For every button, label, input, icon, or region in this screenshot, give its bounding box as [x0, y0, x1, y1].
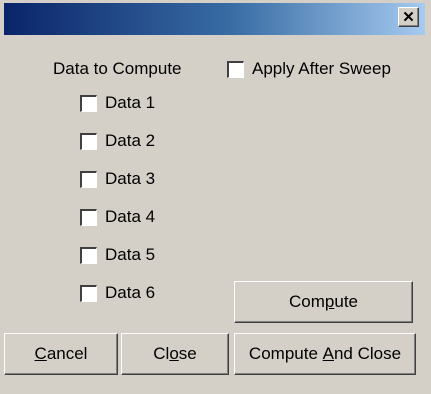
data-5-checkbox[interactable]	[80, 246, 97, 264]
compute-button-mnemonic: p	[324, 292, 335, 311]
apply-after-sweep-checkbox[interactable]	[227, 60, 244, 78]
data-2-label: Data 2	[105, 131, 156, 150]
compute-button-label-pre: Com	[288, 292, 325, 311]
data-3-label: Data 3	[105, 169, 156, 188]
cancel-button-label-post: ancel	[46, 344, 88, 363]
data-4-checkbox[interactable]	[80, 208, 97, 226]
data-2-checkbox[interactable]	[80, 132, 97, 150]
data-6-checkbox-row[interactable]: Data 6	[80, 283, 155, 303]
compute-and-close-button-mnemonic: A	[322, 344, 334, 363]
compute-button-label-post: ute	[334, 292, 358, 311]
cancel-button[interactable]: Cancel	[4, 333, 118, 375]
data-6-label: Data 6	[105, 283, 156, 302]
close-button-mnemonic: o	[169, 344, 179, 363]
compute-and-close-button-label-post: nd Close	[333, 344, 402, 363]
data-3-checkbox[interactable]	[80, 170, 97, 188]
data-5-label: Data 5	[105, 245, 156, 264]
close-window-button[interactable]: ✕	[398, 7, 419, 27]
apply-after-sweep-checkbox-row[interactable]: Apply After Sweep	[227, 59, 391, 79]
title-bar[interactable]: ✕	[4, 3, 425, 35]
data-4-label: Data 4	[105, 207, 156, 226]
cancel-button-mnemonic: C	[34, 344, 47, 363]
data-6-checkbox[interactable]	[80, 284, 97, 302]
apply-after-sweep-label: Apply After Sweep	[252, 59, 391, 78]
data-1-checkbox[interactable]	[80, 94, 97, 112]
compute-and-close-button-label-pre: Compute	[248, 344, 323, 363]
close-button-label-pre: Cl	[153, 344, 170, 363]
data-1-checkbox-row[interactable]: Data 1	[80, 93, 155, 113]
data-4-checkbox-row[interactable]: Data 4	[80, 207, 155, 227]
compute-and-close-button[interactable]: Compute And Close	[234, 333, 416, 375]
data-3-checkbox-row[interactable]: Data 3	[80, 169, 155, 189]
data-1-label: Data 1	[105, 93, 156, 112]
data-to-compute-label: Data to Compute	[53, 59, 182, 78]
compute-button[interactable]: Com p ute	[234, 281, 413, 323]
close-button[interactable]: Cl o se	[121, 333, 229, 375]
data-2-checkbox-row[interactable]: Data 2	[80, 131, 155, 151]
data-5-checkbox-row[interactable]: Data 5	[80, 245, 155, 265]
close-icon: ✕	[402, 8, 415, 26]
close-button-label-post: se	[178, 344, 197, 363]
